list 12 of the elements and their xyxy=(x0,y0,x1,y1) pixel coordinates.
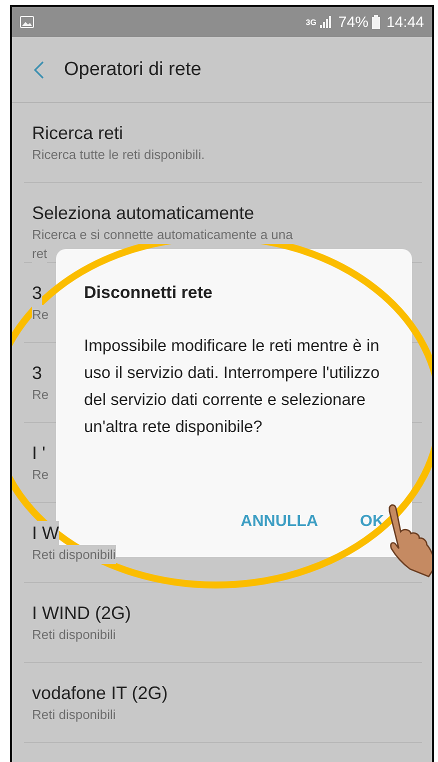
battery-icon xyxy=(372,15,380,29)
row-title[interactable]: I W xyxy=(32,521,59,545)
dialog-title: Disconnetti rete xyxy=(84,283,212,303)
back-icon[interactable] xyxy=(34,60,44,78)
clock: 14:44 xyxy=(386,14,424,30)
image-icon xyxy=(20,16,34,28)
dialog-message: Impossibile modificare le reti mentre è in uso il servizio dati. Interrompere l'utilizzo del servizio dati corrente e selezionare un'altra rete disponibile? xyxy=(84,336,381,438)
battery-percent: 74% xyxy=(338,14,368,30)
screen-title: Operatori di rete xyxy=(64,58,202,80)
signal-icon xyxy=(320,16,332,28)
network-type: 3G xyxy=(306,18,316,26)
row-subtitle: Reti disponibili xyxy=(32,545,116,564)
